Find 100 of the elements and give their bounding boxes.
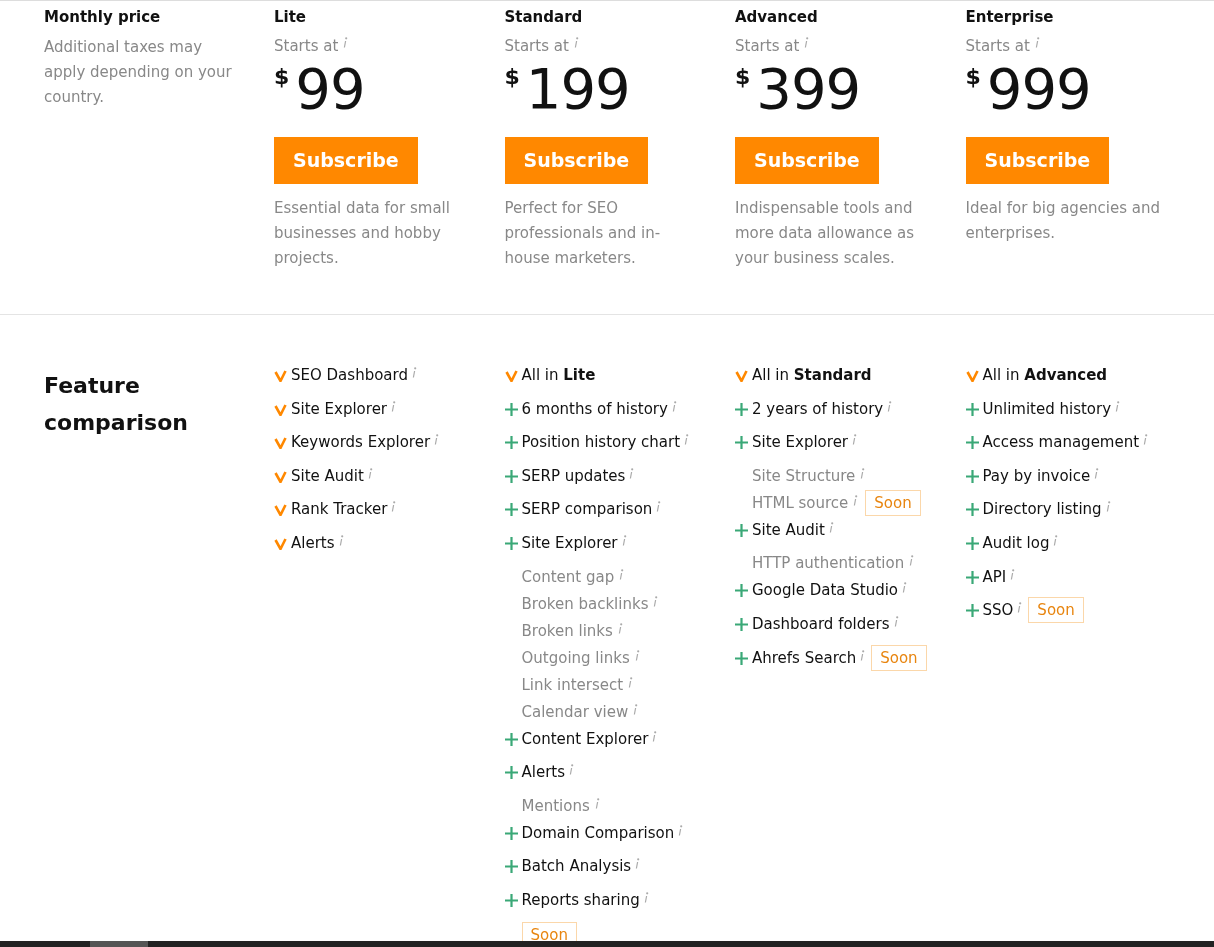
subscribe-button[interactable]: Subscribe — [965, 137, 1110, 184]
feature-label: Site Audit — [291, 465, 364, 486]
info-icon[interactable] — [684, 434, 690, 446]
sub-feature-label: Site Structure — [752, 465, 856, 486]
price-amount: 99 — [295, 59, 365, 119]
info-icon[interactable] — [887, 400, 893, 412]
currency-sign: $ — [504, 63, 520, 91]
subscribe-button[interactable]: Subscribe — [504, 137, 649, 184]
sub-feature-label: Mentions — [521, 795, 590, 816]
plus-icon — [735, 651, 748, 665]
feature-label: Pay by invoice — [982, 465, 1091, 486]
feature-label: SERP comparison — [521, 499, 653, 520]
check-icon — [274, 402, 287, 416]
check-icon — [735, 369, 748, 382]
info-icon[interactable] — [621, 534, 627, 546]
plus-icon — [504, 503, 518, 517]
info-icon[interactable] — [619, 568, 625, 580]
plus-icon — [504, 436, 518, 450]
info-icon[interactable] — [1094, 467, 1100, 479]
info-icon[interactable] — [343, 37, 349, 48]
info-icon[interactable] — [804, 37, 810, 48]
feature-label: Reports sharing — [521, 889, 640, 910]
feature-label: Site Audit — [752, 519, 825, 540]
info-icon[interactable] — [633, 703, 639, 715]
feature-label: Site Explorer — [752, 432, 849, 453]
info-icon[interactable] — [1143, 434, 1149, 446]
tax-note: Additional taxes may apply depending on your country. — [44, 37, 233, 108]
plus-icon — [965, 536, 979, 550]
feature-label: Rank Tracker — [291, 499, 388, 520]
info-icon[interactable] — [671, 400, 677, 412]
feature-label: Batch Analysis — [521, 856, 632, 877]
feature-label: 6 months of history — [521, 398, 668, 419]
feature-label: All in Lite — [521, 365, 596, 385]
info-icon[interactable] — [909, 555, 915, 567]
info-icon[interactable] — [628, 676, 634, 688]
info-icon[interactable] — [391, 501, 397, 513]
info-icon[interactable] — [653, 595, 659, 607]
info-icon[interactable] — [1105, 501, 1111, 513]
feature-label: All in Advanced — [982, 365, 1108, 385]
info-icon[interactable] — [391, 400, 397, 412]
info-icon[interactable] — [678, 824, 684, 836]
feature-label: Site Explorer — [521, 532, 618, 553]
info-icon[interactable] — [902, 582, 908, 594]
info-icon[interactable] — [617, 622, 623, 634]
feature-label: SERP updates — [521, 465, 626, 486]
info-icon[interactable] — [852, 434, 858, 446]
plan-name: Advanced — [735, 7, 819, 27]
scrollbar-thumb[interactable] — [90, 941, 148, 947]
info-icon[interactable] — [367, 467, 373, 479]
info-icon[interactable] — [656, 501, 662, 513]
info-icon[interactable] — [573, 37, 579, 48]
info-icon[interactable] — [338, 534, 344, 546]
info-icon[interactable] — [853, 494, 859, 506]
info-icon[interactable] — [1017, 602, 1023, 614]
feature-label: Position history chart — [521, 432, 681, 453]
check-icon — [274, 369, 287, 382]
plus-icon — [504, 826, 518, 840]
info-icon[interactable] — [1115, 400, 1121, 412]
feature-label: Unlimited history — [982, 398, 1112, 419]
info-icon[interactable] — [652, 730, 658, 742]
info-icon[interactable] — [828, 521, 834, 533]
section-label: Monthly price — [44, 7, 162, 27]
currency-sign: $ — [965, 63, 981, 91]
feature-label: All in Standard — [752, 365, 872, 385]
info-icon[interactable] — [411, 367, 417, 378]
info-icon[interactable] — [1053, 534, 1059, 546]
info-icon[interactable] — [629, 467, 635, 479]
currency-sign: $ — [274, 63, 290, 91]
feature-label: Audit log — [982, 532, 1050, 553]
info-icon[interactable] — [634, 649, 640, 661]
plus-icon — [735, 402, 748, 416]
subscribe-button[interactable]: Subscribe — [274, 137, 418, 184]
sub-feature-label: Content gap — [521, 566, 615, 587]
subscribe-button[interactable]: Subscribe — [735, 137, 879, 184]
plan-name: Lite — [274, 7, 308, 27]
info-icon[interactable] — [893, 615, 899, 627]
feature-label: Directory listing — [982, 499, 1102, 520]
sub-feature-label: Broken links — [521, 620, 613, 641]
starts-at-label: Starts at — [965, 36, 1030, 57]
price-amount: 999 — [986, 59, 1091, 119]
plus-icon — [504, 732, 518, 746]
plus-icon — [735, 617, 748, 631]
info-icon[interactable] — [635, 858, 641, 870]
sub-feature-label: Outgoing links — [521, 647, 630, 668]
info-icon[interactable] — [434, 434, 440, 446]
info-icon[interactable] — [860, 649, 866, 661]
info-icon[interactable] — [594, 797, 600, 809]
info-icon[interactable] — [643, 891, 649, 903]
feature-label: Site Explorer — [291, 398, 388, 419]
info-icon[interactable] — [1034, 37, 1040, 48]
soon-badge: Soon — [865, 489, 921, 516]
plan-description: Perfect for SEO professionals and in-house marketers. — [504, 198, 662, 269]
feature-label: Keywords Explorer — [291, 432, 431, 453]
plus-icon — [504, 893, 518, 907]
info-icon[interactable] — [1010, 568, 1016, 580]
plan-description: Essential data for small businesses and hobby projects. — [274, 198, 451, 269]
check-icon — [274, 536, 287, 550]
info-icon[interactable] — [860, 467, 866, 479]
plan-description: Indispensable tools and more data allowance as your business scales. — [735, 198, 916, 269]
info-icon[interactable] — [569, 764, 575, 776]
